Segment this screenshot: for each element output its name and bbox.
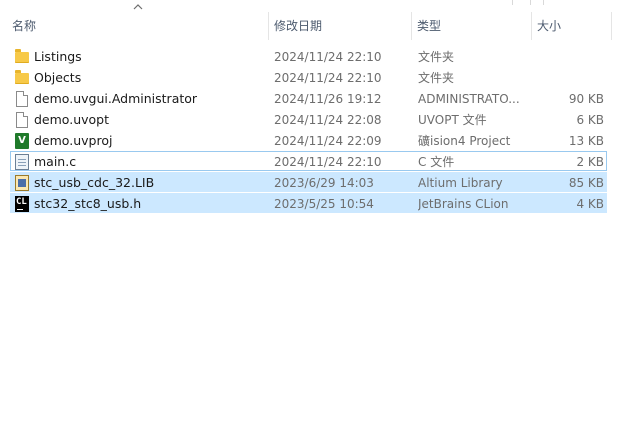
file-name: main.c xyxy=(34,154,77,169)
document-icon xyxy=(16,112,28,128)
file-type: JetBrains CLion xyxy=(418,197,509,211)
file-row[interactable]: demo.uvgui.Administrator 2024/11/26 19:1… xyxy=(10,88,607,108)
document-icon xyxy=(16,91,28,107)
file-size xyxy=(534,68,604,88)
file-row-selected[interactable]: CL stc32_stc8_usb.h 2023/5/25 10:54 JetB… xyxy=(10,193,607,213)
c-file-icon xyxy=(15,154,29,170)
folder-icon xyxy=(15,49,29,63)
column-divider xyxy=(530,0,531,5)
file-row[interactable]: V demo.uvproj 2024/11/24 22:09 礦ision4 P… xyxy=(10,130,607,150)
file-date: 2023/6/29 14:03 xyxy=(274,176,374,190)
keil-project-icon: V xyxy=(15,133,29,149)
column-header-type[interactable]: 类型 xyxy=(411,8,531,40)
file-type: 礦ision4 Project xyxy=(418,134,511,148)
file-name: Objects xyxy=(34,70,82,85)
file-type: ADMINISTRATO... xyxy=(418,92,520,106)
file-name: demo.uvopt xyxy=(34,112,110,127)
file-name: stc_usb_cdc_32.LIB xyxy=(34,175,155,190)
column-header-row: 名称 修改日期 类型 大小 xyxy=(0,4,628,40)
file-date: 2024/11/24 22:10 xyxy=(274,155,382,169)
file-size: 6 KB xyxy=(576,113,604,127)
column-separator[interactable] xyxy=(611,12,612,40)
file-type: UVOPT 文件 xyxy=(418,113,487,127)
file-row[interactable]: Objects 2024/11/24 22:10 文件夹 xyxy=(10,67,607,87)
file-size: 4 KB xyxy=(576,197,604,211)
folder-icon xyxy=(15,70,29,84)
file-date: 2024/11/24 22:08 xyxy=(274,113,382,127)
file-date: 2024/11/24 22:10 xyxy=(274,50,382,64)
file-type: C 文件 xyxy=(418,155,455,169)
file-row[interactable]: demo.uvopt 2024/11/24 22:08 UVOPT 文件 6 K… xyxy=(10,109,607,129)
file-size: 2 KB xyxy=(576,155,604,169)
file-size: 13 KB xyxy=(568,134,604,148)
file-date: 2023/5/25 10:54 xyxy=(274,197,374,211)
file-date: 2024/11/26 19:12 xyxy=(274,92,382,106)
column-header-name[interactable]: 名称 xyxy=(6,8,268,40)
column-divider xyxy=(512,0,513,5)
library-icon xyxy=(15,175,29,191)
file-name: demo.uvproj xyxy=(34,133,113,148)
column-header-size[interactable]: 大小 xyxy=(531,8,611,40)
file-type: 文件夹 xyxy=(418,50,455,64)
clion-icon: CL xyxy=(15,196,29,212)
top-strip xyxy=(0,0,628,6)
file-date: 2024/11/24 22:10 xyxy=(274,71,382,85)
file-size: 90 KB xyxy=(568,92,604,106)
file-row[interactable]: main.c 2024/11/24 22:10 C 文件 2 KB xyxy=(10,151,607,171)
file-name: stc32_stc8_usb.h xyxy=(34,196,142,211)
file-type: 文件夹 xyxy=(418,71,455,85)
file-row[interactable]: Listings 2024/11/24 22:10 文件夹 xyxy=(10,46,607,66)
file-name: demo.uvgui.Administrator xyxy=(34,91,198,106)
file-size: 85 KB xyxy=(568,176,604,190)
file-name: Listings xyxy=(34,49,82,64)
column-divider xyxy=(543,0,544,5)
file-row-selected[interactable]: stc_usb_cdc_32.LIB 2023/6/29 14:03 Altiu… xyxy=(10,172,607,192)
file-date: 2024/11/24 22:09 xyxy=(274,134,382,148)
file-type: Altium Library xyxy=(418,176,503,190)
file-size xyxy=(534,47,604,67)
column-header-date[interactable]: 修改日期 xyxy=(268,8,411,40)
